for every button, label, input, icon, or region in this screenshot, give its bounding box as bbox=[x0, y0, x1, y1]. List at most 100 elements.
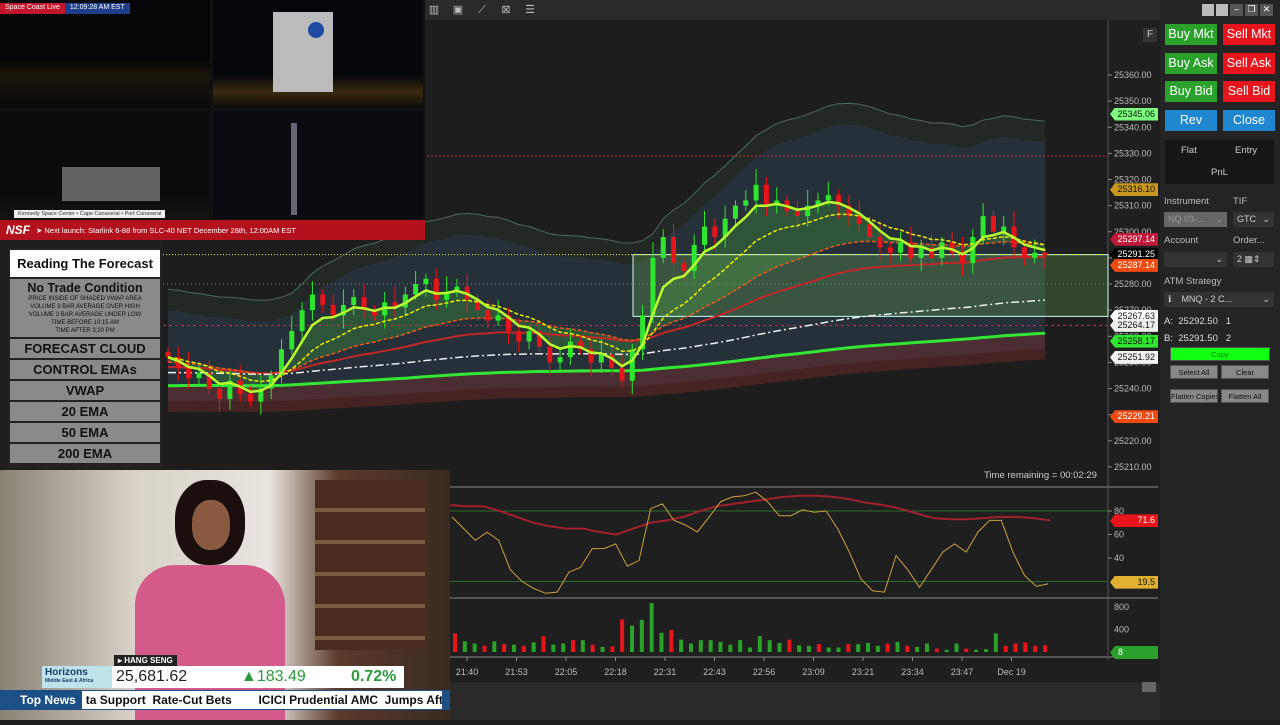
candle bbox=[794, 210, 800, 217]
price-axis-label: 25310.00 bbox=[1114, 201, 1152, 211]
window-tile-icon[interactable] bbox=[1202, 4, 1214, 16]
candle bbox=[619, 367, 625, 381]
volume-bar bbox=[777, 642, 782, 652]
order-qty-input[interactable]: 2 ▦⇕ bbox=[1233, 252, 1274, 267]
reverse-button[interactable]: Rev bbox=[1165, 110, 1217, 131]
chart-toolbar: ▥ ▣ ⟋ ⊠ ☰ bbox=[425, 0, 1160, 20]
volume-bar bbox=[1003, 645, 1008, 652]
flatten-copies-button[interactable]: Flatten Copies bbox=[1170, 389, 1218, 403]
bar-chart-icon[interactable]: ▥ bbox=[427, 3, 441, 17]
candle bbox=[196, 372, 202, 379]
candle bbox=[1021, 247, 1027, 258]
close-icon[interactable]: ✕ bbox=[1260, 4, 1273, 16]
price-tag: 25297.14 bbox=[1110, 232, 1158, 246]
candle bbox=[743, 200, 749, 206]
drawing-tools-icon[interactable]: ⟋ bbox=[475, 3, 489, 17]
data-box-icon[interactable]: ▣ bbox=[451, 3, 465, 17]
flat-label: Flat bbox=[1181, 145, 1197, 156]
osc-value-tag: 71.6 bbox=[1110, 514, 1158, 528]
volume-bar bbox=[856, 644, 861, 652]
volume-bar bbox=[698, 640, 703, 652]
clear-button[interactable]: Clear bbox=[1221, 365, 1269, 379]
volume-bar bbox=[885, 643, 890, 652]
sell-market-button[interactable]: Sell Mkt bbox=[1223, 24, 1275, 45]
window-tile-icon[interactable] bbox=[1216, 4, 1228, 16]
volume-bar bbox=[561, 643, 566, 652]
osc-axis-label: 40 bbox=[1114, 553, 1124, 563]
volume-bar bbox=[512, 644, 516, 652]
properties-icon[interactable]: ☰ bbox=[523, 3, 537, 17]
candle bbox=[1042, 252, 1048, 256]
strategy-icon[interactable]: ⊠ bbox=[499, 3, 513, 17]
pnl-label: PnL bbox=[1211, 167, 1228, 178]
volume-bar bbox=[590, 644, 595, 652]
price-axis-label: 25340.00 bbox=[1114, 122, 1152, 132]
time-axis-label: 21:53 bbox=[505, 667, 528, 677]
time-axis-label: Dec 19 bbox=[997, 667, 1026, 677]
candle bbox=[702, 226, 708, 245]
candle bbox=[309, 294, 315, 311]
candle bbox=[877, 237, 883, 248]
index-change-pct: 0.72% bbox=[351, 668, 397, 685]
tif-select[interactable]: GTC ⌄ bbox=[1233, 212, 1274, 227]
sell-ask-button[interactable]: Sell Ask bbox=[1223, 53, 1275, 74]
close-position-button[interactable]: Close bbox=[1223, 110, 1275, 131]
condition: TIME AFTER 3:20 PM bbox=[55, 328, 115, 334]
entry-label: Entry bbox=[1235, 145, 1258, 156]
info-icon[interactable]: ℹ bbox=[1168, 294, 1171, 304]
price-axis-label: 25240.00 bbox=[1114, 384, 1152, 394]
volume-bar bbox=[689, 643, 693, 652]
volume-value-tag: 8 bbox=[1110, 646, 1158, 659]
buy-ask-button[interactable]: Buy Ask bbox=[1165, 53, 1217, 74]
next-launch-text: ➤ Next launch: Starlink 6-88 from SLC-40… bbox=[36, 225, 297, 235]
candle bbox=[567, 341, 573, 358]
flatten-all-button[interactable]: Flatten All bbox=[1221, 389, 1269, 403]
volume-bar bbox=[944, 649, 949, 652]
candle bbox=[547, 346, 553, 363]
volume-bar bbox=[649, 603, 654, 652]
volume-bar bbox=[797, 645, 802, 652]
instrument-select[interactable]: NQ 03-... ⌄ bbox=[1164, 212, 1227, 227]
calculator-icon[interactable]: ▦ bbox=[1245, 254, 1254, 264]
candle bbox=[980, 216, 986, 238]
volume-bar bbox=[502, 644, 507, 652]
price-tag: 25251.92 bbox=[1110, 350, 1158, 364]
news-bar: Top News ta Support Rate-Cut Bets ICICI … bbox=[0, 690, 450, 710]
volume-bar bbox=[905, 645, 910, 652]
account-select[interactable]: ⌄ bbox=[1164, 252, 1227, 267]
camera-vab bbox=[213, 0, 423, 108]
price-tag: 25287.14 bbox=[1110, 258, 1158, 272]
volume-bar bbox=[826, 647, 831, 652]
spinner-icon[interactable]: ⇕ bbox=[1253, 254, 1261, 264]
price-axis-label: 25320.00 bbox=[1114, 175, 1152, 185]
tif-label: TIF bbox=[1233, 196, 1248, 207]
minimize-icon[interactable]: – bbox=[1230, 4, 1243, 16]
candle bbox=[433, 278, 439, 300]
price-axis-label: 25360.00 bbox=[1114, 70, 1152, 80]
account-label: Account bbox=[1164, 235, 1199, 246]
time-axis-label: 22:18 bbox=[604, 667, 627, 677]
volume-bar bbox=[974, 649, 979, 652]
select-all-button[interactable]: Select All bbox=[1170, 365, 1218, 379]
volume-bar bbox=[630, 625, 634, 652]
volume-bar bbox=[551, 644, 556, 652]
top-news-label: Top News bbox=[20, 693, 76, 707]
camera-construction bbox=[0, 111, 210, 219]
restore-icon[interactable]: ❐ bbox=[1245, 4, 1258, 16]
copy-button[interactable]: Copy bbox=[1170, 347, 1270, 361]
volume-bar bbox=[925, 643, 929, 652]
f-button[interactable]: F bbox=[1143, 28, 1157, 42]
volume-bar bbox=[915, 646, 920, 652]
camera-locations: Kennedy Space Center • Cape Canaveral • … bbox=[14, 210, 166, 218]
candle bbox=[763, 184, 769, 206]
index-change: ▲183.49 bbox=[241, 668, 306, 685]
buy-market-button[interactable]: Buy Mkt bbox=[1165, 24, 1217, 45]
sell-bid-button[interactable]: Sell Bid bbox=[1223, 81, 1275, 102]
buy-bid-button[interactable]: Buy Bid bbox=[1165, 81, 1217, 102]
forecast-title: Reading The Forecast bbox=[10, 250, 160, 279]
candle bbox=[918, 247, 924, 258]
atm-strategy-select[interactable]: ℹ MNQ - 2 C... ⌄ bbox=[1164, 292, 1274, 307]
candle bbox=[753, 184, 759, 201]
condition: PRICE INSIDE OF SHADED VWAP AREA bbox=[28, 296, 142, 302]
volume-bar bbox=[807, 645, 811, 652]
